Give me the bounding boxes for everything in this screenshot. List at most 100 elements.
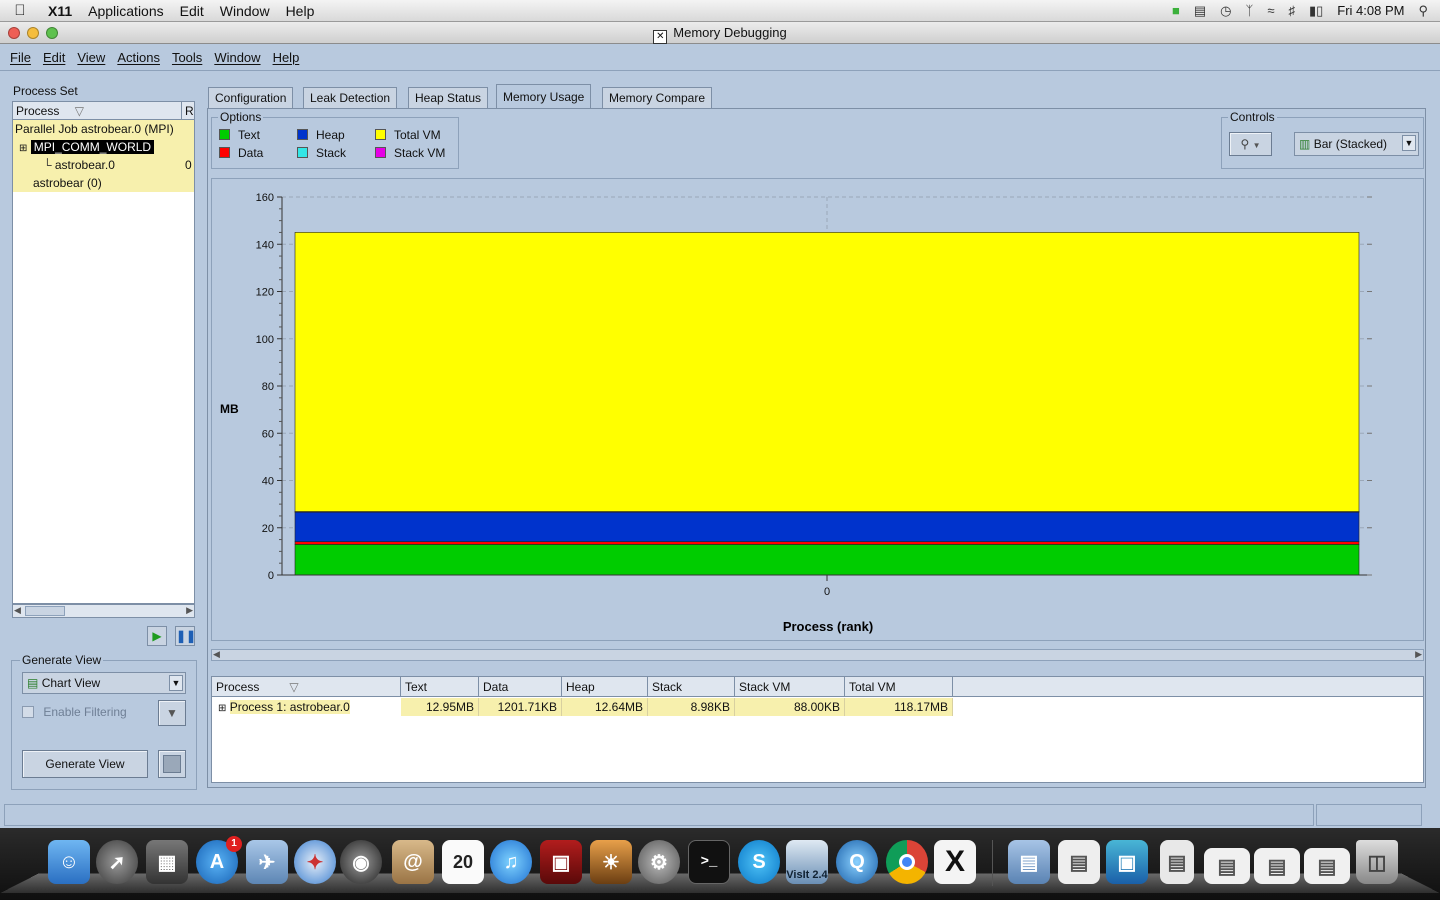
bar-segment-text[interactable]	[294, 544, 1360, 576]
scroll-right-icon[interactable]: ▶	[1415, 649, 1422, 660]
bar-segment-total-vm[interactable]	[294, 232, 1360, 512]
tree-row-process[interactable]: └ astrobear.0 0	[13, 156, 194, 174]
column-header-text[interactable]: Text	[401, 677, 479, 697]
terminal-icon[interactable]: >_	[688, 840, 730, 884]
tab-heap-status[interactable]: Heap Status	[408, 87, 489, 108]
tab-configuration[interactable]: Configuration	[208, 87, 294, 108]
stop-button[interactable]	[158, 750, 186, 778]
x11-icon[interactable]: X	[934, 840, 976, 884]
table-row[interactable]: ⊞ Process 1: astrobear.0	[212, 698, 401, 716]
process-tree[interactable]: Process ▽ R Parallel Job astrobear.0 (MP…	[12, 101, 195, 604]
tab-memory-usage[interactable]: Memory Usage	[496, 84, 592, 109]
spotlight-search-icon[interactable]: ⚲	[1418, 3, 1428, 19]
skype-icon[interactable]: S	[738, 840, 780, 884]
option-heap[interactable]: Heap	[297, 128, 345, 142]
minimized-window-2-icon[interactable]: ▤	[1204, 848, 1250, 884]
column-header-data[interactable]: Data	[479, 677, 562, 697]
menu-help[interactable]: Help	[267, 50, 306, 65]
facetime-icon[interactable]: ◉	[340, 840, 382, 884]
tree-row-astrobear[interactable]: astrobear (0)	[13, 174, 194, 192]
memory-usage-chart[interactable]: 0 20 40 60 80 100 120 140 160 0 MB Process (rank)	[212, 179, 1423, 640]
process-column-header[interactable]: Process ▽	[13, 102, 182, 119]
menu-edit[interactable]: Edit	[172, 3, 212, 19]
minimized-window-3-icon[interactable]: ▤	[1254, 848, 1300, 884]
applications-folder-icon[interactable]: ▤	[1008, 840, 1050, 884]
process-tree-hscroll[interactable]: ◀ ▶	[12, 604, 195, 618]
pause-button[interactable]: ❚❚	[175, 626, 196, 646]
enable-filtering-checkbox[interactable]	[22, 706, 34, 718]
contacts-icon[interactable]: @	[392, 840, 434, 884]
safari-icon[interactable]: ✦	[294, 840, 336, 884]
photo-booth-icon[interactable]: ▣	[540, 840, 582, 884]
option-stack[interactable]: Stack	[297, 146, 346, 160]
finder-icon[interactable]: ☺	[48, 840, 90, 884]
option-total-vm[interactable]: Total VM	[375, 128, 441, 142]
play-button[interactable]: ▶	[147, 626, 167, 646]
column-header-total-vm[interactable]: Total VM	[845, 677, 953, 697]
menu-app-name[interactable]: X11	[40, 3, 80, 19]
evernote-status-icon[interactable]: ■	[1172, 3, 1180, 18]
zoom-window-button[interactable]	[46, 27, 58, 39]
volume-icon[interactable]: ♯	[1288, 3, 1295, 18]
trash-icon[interactable]: ◫	[1356, 840, 1398, 884]
column-header-heap[interactable]: Heap	[562, 677, 648, 697]
scroll-right-icon[interactable]: ▶	[186, 605, 193, 616]
iphoto-icon[interactable]: ☀	[590, 840, 632, 884]
mission-control-icon[interactable]: ▦	[146, 840, 188, 884]
mail-icon[interactable]: ✈	[246, 840, 288, 884]
close-window-button[interactable]	[8, 27, 20, 39]
time-machine-icon[interactable]: ◷	[1220, 3, 1231, 19]
tab-memory-compare[interactable]: Memory Compare	[602, 87, 713, 108]
tree-row-job[interactable]: Parallel Job astrobear.0 (MPI)	[13, 120, 194, 138]
minimized-window-4-icon[interactable]: ▤	[1304, 848, 1350, 884]
tree-row-comm[interactable]: ⊞ MPI_COMM_WORLD	[13, 138, 194, 156]
expand-icon[interactable]: ⊞	[218, 703, 226, 714]
rank-column-header[interactable]: R	[182, 102, 194, 119]
menu-help[interactable]: Help	[278, 3, 323, 19]
battery-icon[interactable]: ▮▯	[1309, 3, 1323, 19]
itunes-icon[interactable]: ♫	[490, 840, 532, 884]
expand-icon[interactable]: ⊞	[19, 143, 27, 154]
menu-applications[interactable]: Applications	[80, 3, 172, 19]
option-text[interactable]: Text	[219, 128, 260, 142]
chrome-icon[interactable]	[886, 840, 928, 884]
minimized-window-1-icon[interactable]: ▤	[1160, 840, 1194, 884]
chart-type-select[interactable]: ▥ Bar (Stacked) ▼	[1294, 132, 1419, 156]
bluetooth-icon[interactable]: ᛉ	[1246, 3, 1254, 18]
zoom-button[interactable]: ⚲ ▼	[1229, 132, 1272, 156]
documents-stack-icon[interactable]: ▤	[1058, 840, 1100, 884]
quicktime-icon[interactable]: Q	[836, 840, 878, 884]
generate-view-button[interactable]: Generate View	[22, 750, 148, 778]
menu-actions[interactable]: Actions	[111, 50, 166, 65]
visit-icon[interactable]: VisIt 2.4	[786, 840, 828, 884]
option-stack-vm[interactable]: Stack VM	[375, 146, 445, 160]
bar-segment-heap[interactable]	[294, 511, 1360, 542]
scroll-left-icon[interactable]: ◀	[14, 605, 21, 616]
downloads-stack-icon[interactable]: ▣	[1106, 840, 1148, 884]
column-header-stack-vm[interactable]: Stack VM	[735, 677, 845, 697]
menu-window[interactable]: Window	[208, 50, 266, 65]
launchpad-icon[interactable]: ➚	[96, 840, 138, 884]
tab-leak-detection[interactable]: Leak Detection	[303, 87, 398, 108]
menu-edit[interactable]: Edit	[37, 50, 71, 65]
calendar-icon[interactable]: 20	[442, 840, 484, 884]
menu-view[interactable]: View	[71, 50, 111, 65]
view-type-select[interactable]: ▤ Chart View ▼	[22, 672, 186, 694]
column-header-process[interactable]: Process ▽	[212, 677, 401, 697]
chart-hscroll[interactable]: ◀ ▶	[211, 649, 1424, 661]
system-preferences-icon[interactable]: ⚙	[638, 840, 680, 884]
menu-window[interactable]: Window	[212, 3, 278, 19]
column-header-stack[interactable]: Stack	[648, 677, 735, 697]
menu-tools[interactable]: Tools	[166, 50, 208, 65]
clock[interactable]: Fri 4:08 PM	[1337, 3, 1404, 18]
menu-file[interactable]: File	[4, 50, 37, 65]
minimize-window-button[interactable]	[27, 27, 39, 39]
battery-meter-icon[interactable]: ▤	[1194, 3, 1206, 19]
scroll-left-icon[interactable]: ◀	[213, 649, 220, 660]
app-store-icon[interactable]: A 1	[196, 836, 242, 884]
option-data[interactable]: Data	[219, 146, 263, 160]
wifi-icon[interactable]: ≈	[1267, 3, 1274, 18]
bar-segment-data[interactable]	[294, 541, 1360, 545]
apple-menu-icon[interactable]: 	[0, 2, 40, 19]
filter-button[interactable]: ▼	[158, 700, 186, 726]
